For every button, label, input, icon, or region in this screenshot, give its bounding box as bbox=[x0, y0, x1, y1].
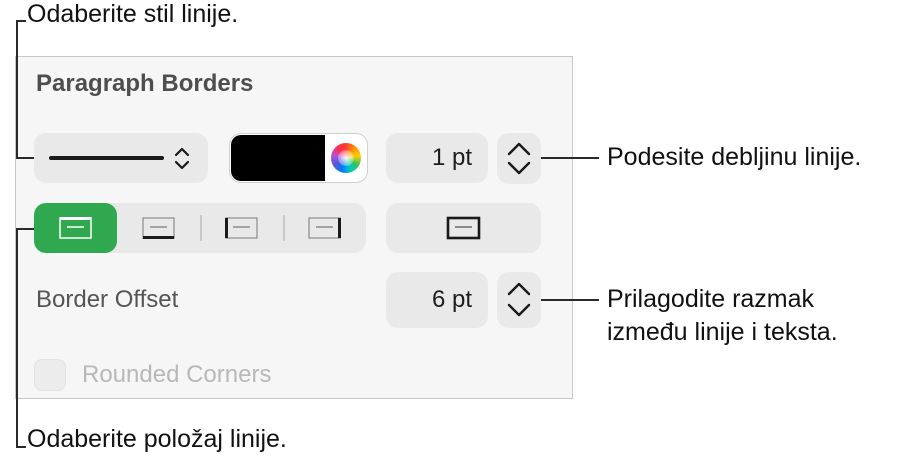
callout-offset-line1: Prilagodite razmak bbox=[607, 285, 815, 313]
panel-title: Paragraph Borders bbox=[36, 70, 254, 97]
leader-position-bottom bbox=[16, 446, 26, 448]
callout-position: Odaberite položaj linije. bbox=[27, 425, 287, 453]
stepper-down-icon bbox=[507, 303, 531, 317]
leader-line-style-vertical bbox=[16, 20, 18, 159]
leader-line-style-bottom bbox=[16, 157, 34, 159]
line-style-popup[interactable] bbox=[34, 133, 208, 183]
border-position-segmented bbox=[34, 203, 366, 253]
border-offset-label: Border Offset bbox=[36, 286, 179, 313]
leader-position-vertical bbox=[16, 228, 18, 448]
rounded-corners-label: Rounded Corners bbox=[82, 361, 272, 388]
color-wheel-icon[interactable] bbox=[331, 143, 361, 173]
leader-position-top bbox=[16, 228, 34, 230]
callout-line-style: Odaberite stil linije. bbox=[27, 0, 239, 28]
leader-line-width bbox=[541, 157, 599, 159]
position-bottom-button[interactable] bbox=[117, 203, 200, 253]
border-left-icon bbox=[225, 217, 258, 239]
line-width-field[interactable]: 1 pt bbox=[386, 133, 488, 183]
chevron-updown-icon bbox=[174, 147, 190, 170]
line-width-value: 1 pt bbox=[431, 144, 472, 171]
stepper-down-icon bbox=[507, 161, 531, 175]
border-top-icon bbox=[59, 217, 92, 239]
stepper-up-icon bbox=[507, 142, 531, 156]
border-right-icon bbox=[308, 217, 341, 239]
border-offset-field[interactable]: 6 pt bbox=[386, 272, 488, 328]
callout-offset-line2: između linije i teksta. bbox=[607, 318, 838, 346]
border-offset-value: 6 pt bbox=[431, 286, 472, 313]
stepper-up-icon bbox=[507, 282, 531, 296]
color-swatch bbox=[231, 135, 325, 181]
border-bottom-icon bbox=[142, 217, 175, 239]
position-left-button[interactable] bbox=[200, 203, 283, 253]
position-box-button[interactable] bbox=[386, 203, 541, 253]
callout-line-width: Podesite debljinu linije. bbox=[607, 143, 862, 171]
border-color-well[interactable] bbox=[229, 133, 368, 183]
border-offset-stepper[interactable] bbox=[497, 272, 541, 328]
position-top-button[interactable] bbox=[34, 203, 117, 253]
line-width-stepper[interactable] bbox=[497, 133, 541, 184]
line-style-preview bbox=[49, 147, 190, 170]
rounded-corners-checkbox[interactable] bbox=[34, 359, 66, 391]
leader-line-offset bbox=[541, 299, 599, 301]
position-right-button[interactable] bbox=[283, 203, 366, 253]
border-box-icon bbox=[446, 216, 481, 240]
